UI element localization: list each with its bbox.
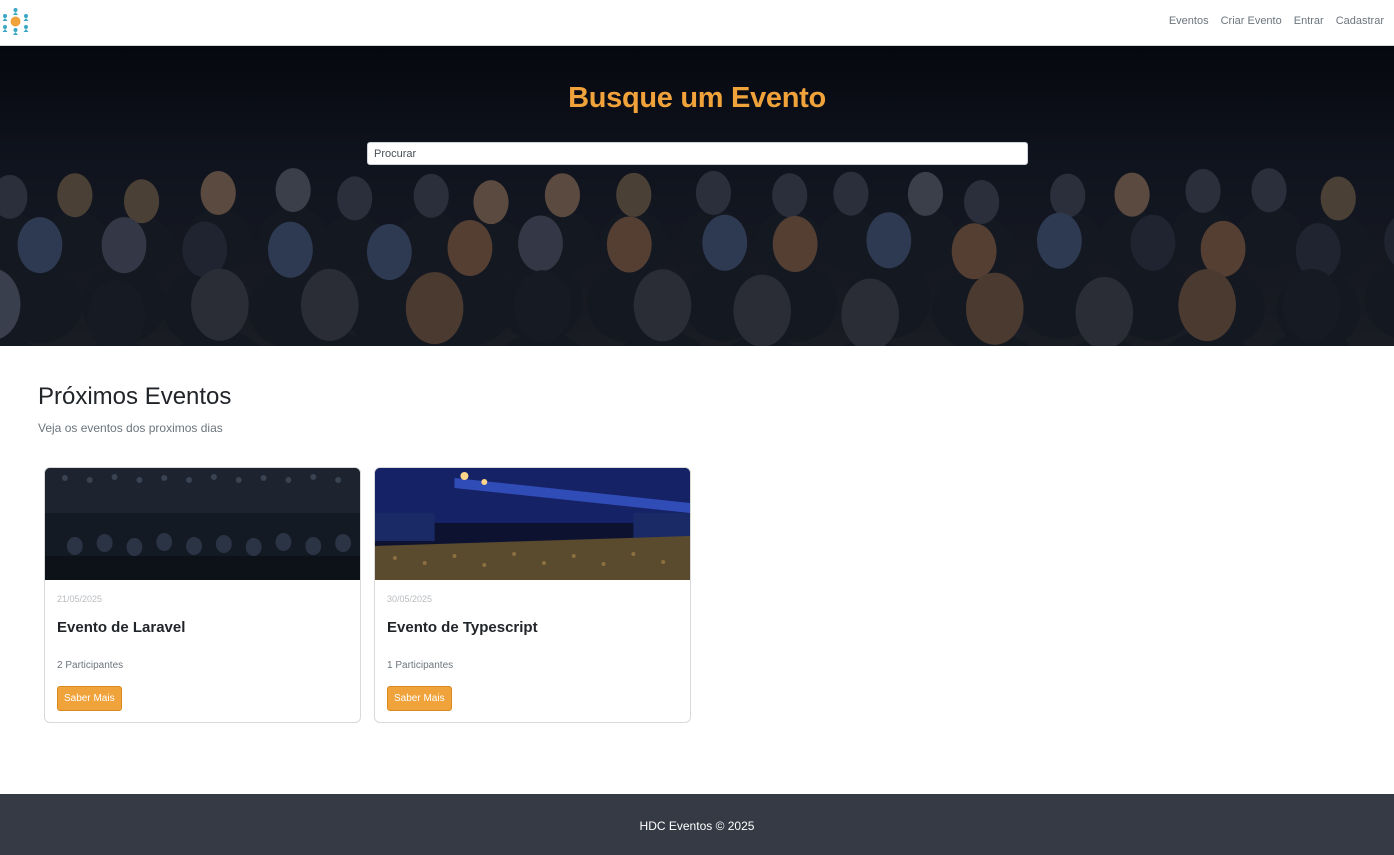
event-image <box>375 468 690 580</box>
event-card[interactable]: 21/05/2025 Evento de Laravel 2 Participa… <box>44 467 361 723</box>
nav-link-cadastrar[interactable]: Cadastrar <box>1330 15 1390 27</box>
event-date: 30/05/2025 <box>387 594 433 604</box>
logo-icon[interactable] <box>1 7 30 36</box>
nav-link-criar-evento[interactable]: Criar Evento <box>1215 15 1288 27</box>
nav-link-entrar[interactable]: Entrar <box>1288 15 1330 27</box>
saber-mais-button[interactable]: Saber Mais <box>57 686 122 711</box>
event-card[interactable]: 30/05/2025 Evento de Typescript 1 Partic… <box>374 467 691 723</box>
hero-title: Busque um Evento <box>568 82 826 114</box>
nav-links: Eventos Criar Evento Entrar Cadastrar <box>1163 15 1390 27</box>
footer-copyright: HDC Eventos © 2025 <box>639 819 755 833</box>
event-date: 21/05/2025 <box>57 594 103 604</box>
saber-mais-button[interactable]: Saber Mais <box>387 686 452 711</box>
event-title: Evento de Typescript <box>387 619 538 636</box>
navbar: Eventos Criar Evento Entrar Cadastrar <box>0 0 1394 46</box>
nav-link-eventos[interactable]: Eventos <box>1163 15 1215 27</box>
event-title: Evento de Laravel <box>57 619 186 636</box>
search-input[interactable] <box>367 142 1028 165</box>
event-participants: 1 Participantes <box>387 660 454 671</box>
event-image <box>45 468 360 580</box>
section-subtitle: Veja os eventos dos proximos dias <box>38 421 223 435</box>
hero-banner: Busque um Evento <box>0 46 1394 346</box>
section-title: Próximos Eventos <box>38 383 232 410</box>
event-participants: 2 Participantes <box>57 660 124 671</box>
footer: HDC Eventos © 2025 <box>0 794 1394 855</box>
